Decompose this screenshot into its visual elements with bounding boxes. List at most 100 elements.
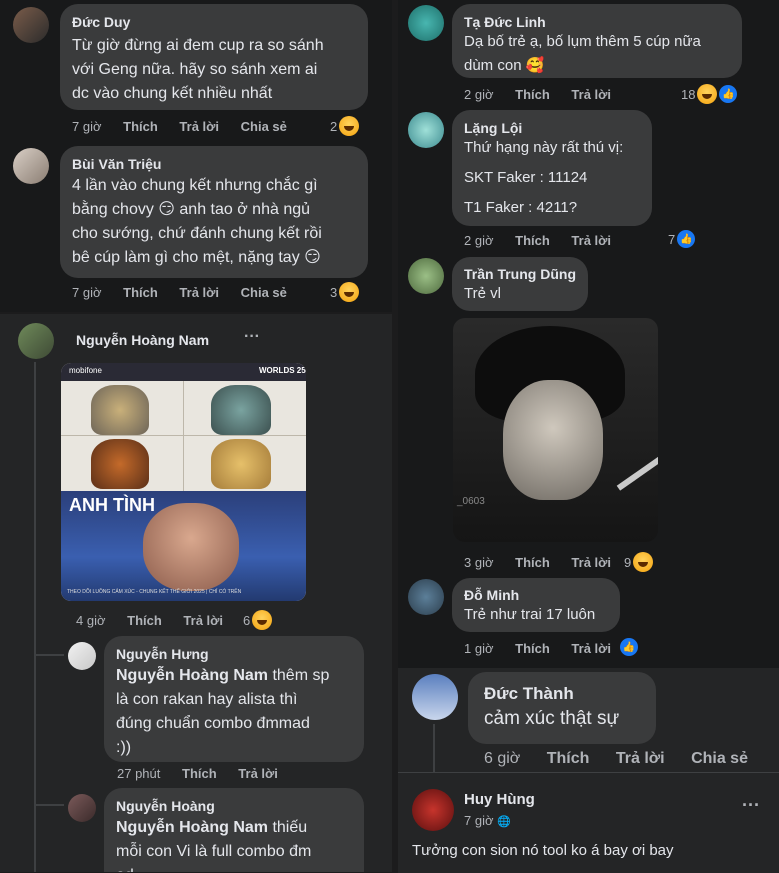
like-button[interactable]: Thích xyxy=(123,119,158,134)
comment-text: SKT Faker : 11124 xyxy=(464,169,588,186)
haha-icon xyxy=(252,610,273,630)
comment-text: dc vào chung kết nhiều nhất xyxy=(72,85,273,102)
comment-author[interactable]: Bùi Văn Triệu xyxy=(72,156,356,172)
reaction-count[interactable]: 18 👍 xyxy=(681,84,738,104)
post-time[interactable]: 7 giờ xyxy=(464,813,494,828)
comment-time[interactable]: 27 phút xyxy=(117,766,160,781)
haha-icon xyxy=(697,84,718,104)
like-button[interactable]: Thích xyxy=(515,641,550,656)
avatar[interactable] xyxy=(412,789,454,831)
comment-actions: 4 giờ Thích Trả lời xyxy=(76,613,241,628)
mention-link[interactable]: Nguyễn Hoàng Nam xyxy=(116,667,268,684)
reply-button[interactable]: Trả lời xyxy=(238,766,278,781)
comment-time[interactable]: 2 giờ xyxy=(464,87,494,102)
avatar[interactable] xyxy=(68,794,96,822)
like-button[interactable]: Thích xyxy=(127,613,162,628)
reply-button[interactable]: Trả lời xyxy=(179,119,219,134)
share-button[interactable]: Chia sẻ xyxy=(241,119,287,134)
comment-author[interactable]: Lặng Lội xyxy=(464,120,640,136)
avatar[interactable] xyxy=(13,148,49,184)
comment-text: Trẻ vl xyxy=(464,285,501,302)
comment-actions: 1 giờ Thích Trả lời xyxy=(464,641,629,656)
comment-time[interactable]: 7 giờ xyxy=(72,119,102,134)
comment-text: đúng chuẩn combo đmmad xyxy=(116,715,310,732)
comment-text: mỗi con Vi là full combo đm xyxy=(116,843,312,860)
comment-author[interactable]: Nguyễn Hưng xyxy=(116,646,352,662)
face-shape xyxy=(503,380,603,500)
comment-author[interactable]: Tạ Đức Linh xyxy=(464,14,730,30)
reaction-count[interactable]: 6 xyxy=(243,610,273,630)
reply-button[interactable]: Trả lời xyxy=(571,233,611,248)
comment-image[interactable]: mobifone WORLDS 25 ANH TÌNH THEO DÕI LUỒ… xyxy=(61,363,306,601)
share-button[interactable]: Chia sẻ xyxy=(691,750,748,767)
avatar[interactable] xyxy=(408,258,444,294)
comment-text: Dạ bố trẻ ạ, bố lụm thêm 5 cúp nữa xyxy=(464,33,701,50)
comment-bubble: Đức Duy Từ giờ đừng ai đem cup ra so sán… xyxy=(60,4,368,110)
comment-time[interactable]: 7 giờ xyxy=(72,285,102,300)
comment-text: Thứ hạng này rất thú vị: xyxy=(464,139,624,156)
globe-icon: 🌐 xyxy=(497,816,511,828)
like-button[interactable]: Thích xyxy=(182,766,217,781)
comment-time[interactable]: 6 giờ xyxy=(484,750,520,767)
comment-actions: 27 phút Thích Trả lời xyxy=(117,766,296,781)
comment-text: cho sướng, chứ đánh chung kết rồi xyxy=(72,225,322,242)
comment-actions: 3 giờ Thích Trả lời xyxy=(464,555,629,570)
comment-text: Nguyễn Hoàng Nam thêm sp xyxy=(116,667,330,684)
haha-icon xyxy=(633,552,654,572)
reply-button[interactable]: Trả lời xyxy=(179,285,219,300)
reply-bubble: Nguyễn Hoàng Nguyễn Hoàng Nam thiếu mỗi … xyxy=(104,788,364,872)
comment-bubble: Trần Trung Dũng Trẻ vl xyxy=(452,257,588,311)
champion-portrait xyxy=(211,439,271,489)
reply-button[interactable]: Trả lời xyxy=(183,613,223,628)
like-button[interactable]: Thích xyxy=(515,555,550,570)
comment-time[interactable]: 4 giờ xyxy=(76,613,106,628)
reply-button[interactable]: Trả lời xyxy=(571,641,611,656)
comment-author[interactable]: Nguyễn Hoàng xyxy=(116,798,352,814)
comment-bubble: Đức Thành cảm xúc thật sự xyxy=(468,672,656,744)
more-options-icon[interactable]: ··· xyxy=(244,328,260,346)
like-button[interactable]: Thích xyxy=(547,750,590,767)
comment-text: ad xyxy=(116,864,352,872)
like-button[interactable]: Thích xyxy=(515,233,550,248)
reaction-count[interactable]: 👍 xyxy=(620,638,638,656)
like-button[interactable]: Thích xyxy=(515,87,550,102)
avatar[interactable] xyxy=(408,5,444,41)
avatar[interactable] xyxy=(68,642,96,670)
comment-author[interactable]: Nguyễn Hoàng Nam xyxy=(76,332,209,348)
reaction-count[interactable]: 2 xyxy=(330,116,360,136)
sword-shape xyxy=(616,451,658,491)
comment-author[interactable]: Trần Trung Dũng xyxy=(464,266,576,282)
comment-photo[interactable]: _0603 xyxy=(453,318,658,542)
reaction-count[interactable]: 3 xyxy=(330,282,360,302)
comment-author[interactable]: Đỗ Minh xyxy=(464,587,608,603)
mention-link[interactable]: Nguyễn Hoàng Nam xyxy=(116,819,268,836)
reply-button[interactable]: Trả lời xyxy=(616,750,665,767)
post-author[interactable]: Huy Hùng xyxy=(464,791,535,808)
comment-author[interactable]: Đức Duy xyxy=(72,14,356,30)
avatar[interactable] xyxy=(13,7,49,43)
reply-button[interactable]: Trả lời xyxy=(571,87,611,102)
comment-author[interactable]: Đức Thành xyxy=(484,684,640,704)
reaction-count[interactable]: 7 👍 xyxy=(668,230,696,248)
photo-watermark: _0603 xyxy=(457,496,485,507)
avatar[interactable] xyxy=(408,112,444,148)
reaction-count[interactable]: 9 xyxy=(624,552,654,572)
thread-line xyxy=(34,362,36,872)
avatar[interactable] xyxy=(18,323,54,359)
comment-bubble: Bùi Văn Triệu 4 lần vào chung kết nhưng … xyxy=(60,146,368,278)
comment-text: 4 lần vào chung kết nhưng chắc gì xyxy=(72,177,318,194)
more-options-icon[interactable]: ··· xyxy=(742,795,760,816)
avatar[interactable] xyxy=(412,674,458,720)
comment-text: :)) xyxy=(116,739,132,756)
comment-time[interactable]: 1 giờ xyxy=(464,641,494,656)
thread-branch xyxy=(34,654,64,656)
comment-time[interactable]: 2 giờ xyxy=(464,233,494,248)
comment-time[interactable]: 3 giờ xyxy=(464,555,494,570)
like-button[interactable]: Thích xyxy=(123,285,158,300)
image-footer: THEO DÕI LUỒNG CẢM XÚC - CHUNG KẾT THẾ G… xyxy=(67,589,242,595)
reply-button[interactable]: Trả lời xyxy=(571,555,611,570)
share-button[interactable]: Chia sẻ xyxy=(241,285,287,300)
comment-text: T1 Faker : 4211? xyxy=(464,199,578,216)
reply-bubble: Nguyễn Hưng Nguyễn Hoàng Nam thêm sp là … xyxy=(104,636,364,762)
avatar[interactable] xyxy=(408,579,444,615)
